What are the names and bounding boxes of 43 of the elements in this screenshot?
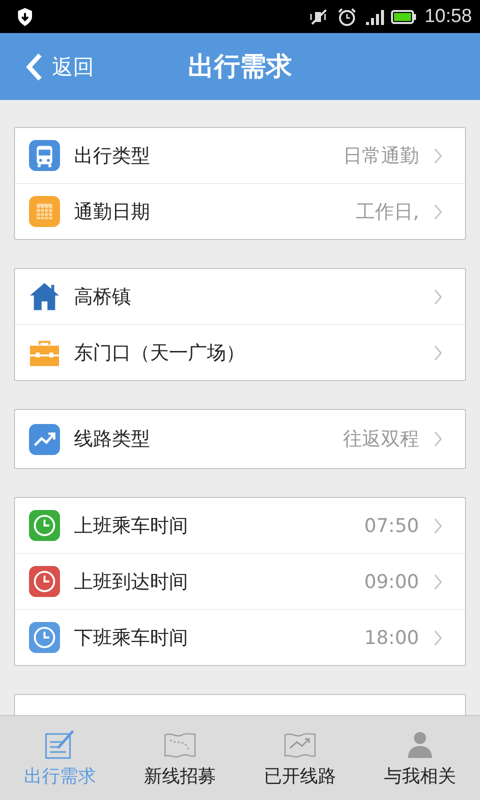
list-row[interactable]: 高桥镇 bbox=[15, 269, 465, 324]
chevron-left-icon bbox=[24, 52, 44, 82]
list-row[interactable]: 下班乘车时间 18:00 bbox=[15, 609, 465, 665]
row-value: 工作日, bbox=[356, 200, 419, 224]
chevron-right-icon bbox=[433, 431, 443, 447]
alarm-icon bbox=[337, 6, 358, 26]
list-row[interactable]: 线路类型 往返双程 bbox=[15, 410, 465, 468]
chevron-right-icon bbox=[433, 518, 443, 534]
list-row[interactable]: 东门口（天一广场） bbox=[15, 324, 465, 380]
chevron-right-icon bbox=[433, 204, 443, 220]
row-label: 线路类型 bbox=[74, 427, 151, 452]
bus-icon bbox=[29, 140, 60, 171]
list-row[interactable]: 通勤日期 工作日, bbox=[15, 183, 465, 239]
chevron-right-icon bbox=[433, 574, 443, 590]
row-value: 日常通勤 bbox=[343, 144, 419, 168]
row-label: 上班乘车时间 bbox=[74, 514, 189, 538]
tab[interactable]: 与我相关 bbox=[360, 716, 480, 800]
row-label: 高桥镇 bbox=[74, 284, 132, 310]
shield-icon bbox=[16, 6, 34, 26]
row-label: 出行类型 bbox=[74, 144, 151, 168]
list-row[interactable]: 上班乘车时间 07:50 bbox=[15, 498, 465, 553]
tab[interactable]: 已开线路 bbox=[240, 716, 360, 800]
battery-icon bbox=[391, 8, 418, 24]
trend-chart-icon bbox=[29, 424, 60, 454]
row-value: 往返双程 bbox=[343, 427, 419, 452]
row-label: 上班到达时间 bbox=[74, 570, 189, 594]
row-value: 07:50 bbox=[364, 514, 419, 536]
list-row[interactable]: 上班到达时间 09:00 bbox=[15, 553, 465, 609]
row-label: 东门口（天一广场） bbox=[74, 340, 246, 366]
chevron-right-icon bbox=[433, 344, 443, 360]
clock-time: 10:58 bbox=[424, 6, 472, 28]
house-icon bbox=[29, 281, 60, 312]
row-label: 下班乘车时间 bbox=[74, 626, 189, 650]
chevron-right-icon bbox=[433, 148, 443, 164]
chevron-right-icon bbox=[433, 288, 443, 304]
page-title: 出行需求 bbox=[188, 51, 292, 84]
list-row[interactable]: 出行类型 日常通勤 bbox=[15, 128, 465, 183]
row-label: 通勤日期 bbox=[74, 200, 151, 224]
tab[interactable]: 新线招募 bbox=[120, 716, 240, 800]
calendar-icon bbox=[29, 196, 60, 227]
row-value: 18:00 bbox=[364, 626, 419, 648]
row-value: 09:00 bbox=[364, 570, 419, 592]
chevron-right-icon bbox=[433, 630, 443, 646]
